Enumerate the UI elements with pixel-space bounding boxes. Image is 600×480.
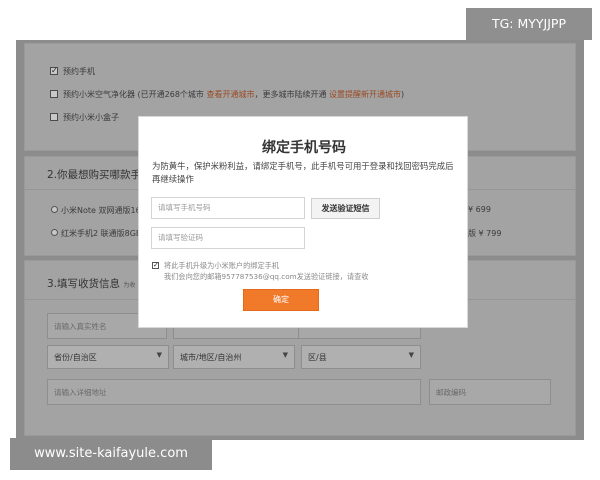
checkbox-reserve-phone[interactable]: ✓ bbox=[50, 67, 58, 75]
air-purifier-text: 预约小米空气净化器 (已开通268个城市 bbox=[63, 90, 207, 99]
set-reminder-link[interactable]: 设置提醒新开通城市 bbox=[329, 90, 401, 99]
shipping-title-text: 3.填写收货信息 bbox=[47, 278, 121, 290]
dialog-code-input[interactable]: 请填写验证码 bbox=[151, 227, 305, 249]
province-select[interactable]: 省份/自治区 ▼ bbox=[47, 345, 169, 369]
checkbox-reserve-box[interactable] bbox=[50, 113, 58, 121]
reserve-air-purifier-label: 预约小米空气净化器 (已开通268个城市 查看开通城市，更多城市陆续开通 设置提… bbox=[63, 89, 404, 100]
bind-phone-dialog: 绑定手机号码 为防黄牛，保护米粉利益，请绑定手机号，此手机号可用于登录和找回密码… bbox=[138, 116, 468, 328]
zip-input[interactable]: 邮政编码 bbox=[429, 379, 551, 405]
district-select-value: 区/县 bbox=[308, 353, 327, 362]
view-cities-link[interactable]: 查看开通城市 bbox=[206, 90, 254, 99]
dialog-description: 为防黄牛，保护米粉利益，请绑定手机号，此手机号可用于登录和找回密码完成后再继续操… bbox=[152, 161, 454, 184]
air-purifier-suffix: ) bbox=[401, 90, 405, 99]
send-code-button[interactable]: 发送验证短信 bbox=[311, 198, 380, 219]
radio-phone-option-2[interactable] bbox=[51, 229, 58, 236]
upgrade-account-label: 将此手机升级为小米账户的绑定手机 bbox=[164, 261, 280, 270]
district-select[interactable]: 区/县 ▼ bbox=[301, 345, 421, 369]
chevron-down-icon: ▼ bbox=[282, 351, 288, 359]
city-select-value: 城市/地区/自治州 bbox=[180, 353, 242, 362]
watermark-label-bottom: www.site-kaifayule.com bbox=[10, 438, 212, 470]
reserve-phone-label: 预约手机 bbox=[63, 67, 95, 76]
more-cities-text: ，更多城市陆续开通 bbox=[254, 90, 330, 99]
radio-phone-option-1[interactable] bbox=[51, 206, 58, 213]
chevron-down-icon: ▼ bbox=[408, 351, 414, 359]
watermark-label-top: TG: MYYJJPP bbox=[466, 8, 592, 40]
dialog-phone-input[interactable]: 请填写手机号码 bbox=[151, 197, 305, 219]
phone-option-1-label: 小米Note 双网通版16 bbox=[61, 206, 141, 215]
confirm-button[interactable]: 确定 bbox=[243, 289, 319, 311]
upgrade-account-checkbox[interactable]: ✓ bbox=[152, 262, 159, 269]
province-select-value: 省份/自治区 bbox=[54, 353, 97, 362]
phone-choice-title: 2.你最想购买哪款手 bbox=[47, 169, 142, 181]
email-verification-note: 我们会向您的邮箱957787536@qq.com发送验证链接，请查收 bbox=[164, 272, 369, 281]
phone-option-2-label: 红米手机2 联通版8GE bbox=[61, 229, 141, 238]
shipping-info-title: 3.填写收货信息 为收 bbox=[47, 276, 135, 291]
address-input[interactable]: 请输入详细地址 bbox=[47, 379, 421, 405]
dialog-title: 绑定手机号码 bbox=[262, 140, 346, 156]
shipping-title-note: 为收 bbox=[123, 282, 136, 289]
reserve-box-label: 预约小米小盒子 bbox=[63, 113, 119, 122]
city-select[interactable]: 城市/地区/自治州 ▼ bbox=[173, 345, 295, 369]
checkbox-reserve-air-purifier[interactable] bbox=[50, 90, 58, 98]
phone-option-1-price: ¥ 699 bbox=[468, 205, 491, 214]
phone-option-2-price: 版 ¥ 799 bbox=[468, 229, 502, 238]
chevron-down-icon: ▼ bbox=[156, 351, 162, 359]
